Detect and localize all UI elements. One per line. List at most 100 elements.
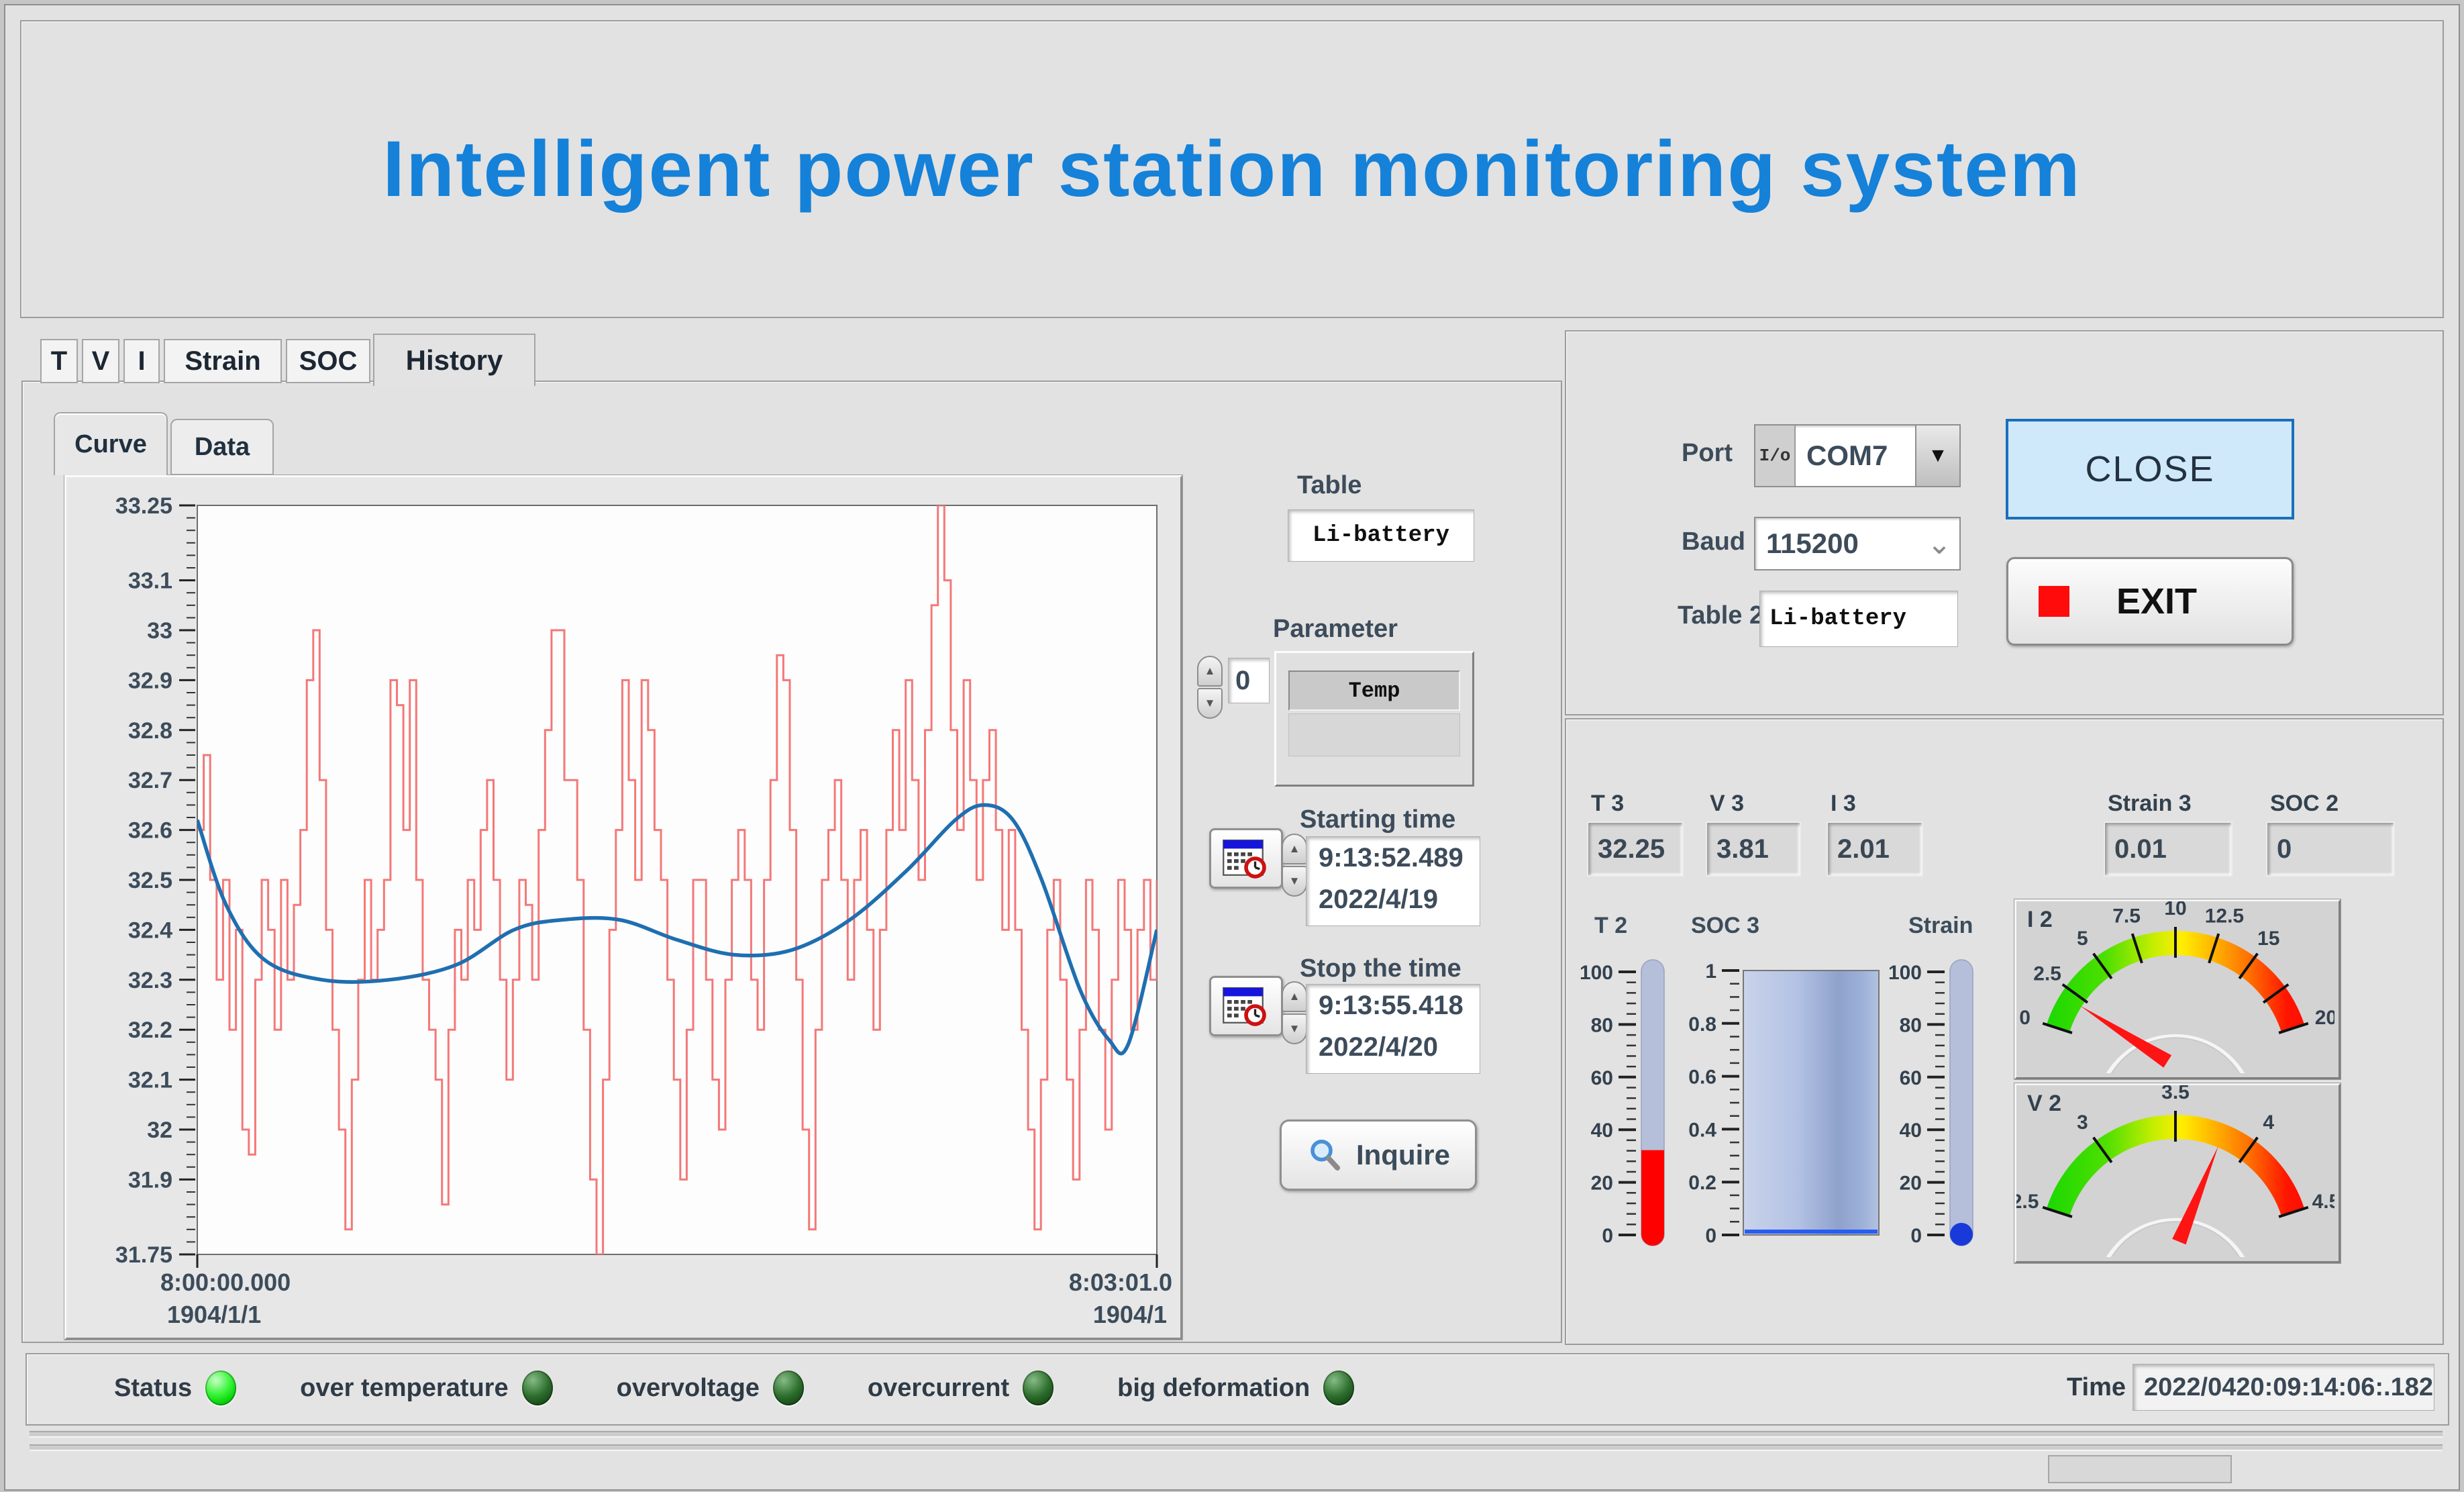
tab-data[interactable]: Data [170,419,274,475]
status-led-list: Statusover temperatureovervoltageovercur… [114,1354,1418,1422]
table-label: Table [1297,471,1362,500]
i2-gauge-box: I 2 02.557.51012.51520 [2014,899,2341,1079]
tab-v[interactable]: V [82,339,119,383]
close-button[interactable]: CLOSE [2006,419,2294,519]
indicator-field: 2.01 [1827,822,1923,877]
stop-time-value: 9:13:55.418 [1306,985,1480,1026]
svg-text:31.75: 31.75 [115,1242,172,1268]
exit-label: EXIT [2116,581,2197,622]
start-calendar-button[interactable] [1209,828,1283,889]
parameter-listbox[interactable]: Temp [1274,651,1474,787]
parameter-empty-row[interactable] [1288,713,1460,756]
table-value: Li-battery [1313,523,1449,548]
start-time-value: 9:13:52.489 [1306,837,1480,879]
svg-text:4: 4 [2263,1111,2274,1134]
start-time-stepper[interactable]: ▲ ▼ [1282,834,1307,897]
t2-thermometer: 100806040200 [1572,940,1672,1255]
tab-t[interactable]: T [40,339,78,383]
led-indicator-icon [773,1371,804,1405]
exit-button[interactable]: EXIT [2006,557,2294,646]
indicator-field: 0 [2266,822,2395,877]
table2-input[interactable]: Li-battery [1759,591,1958,647]
dropdown-arrow-icon[interactable]: ▼ [1915,426,1959,486]
tab-history[interactable]: History [373,334,535,386]
tab-data-label: Data [195,433,250,462]
stop-time-stepper[interactable]: ▲ ▼ [1282,981,1307,1044]
svg-text:20: 20 [2315,1007,2334,1029]
stop-calendar-button[interactable] [1209,976,1283,1036]
close-label: CLOSE [2085,448,2214,490]
tab-label: V [92,346,110,377]
tab-strain[interactable]: Strain [164,339,282,383]
i2-label: I 2 [2027,907,2053,933]
time-label: Time [2067,1373,2126,1402]
baud-combo[interactable]: 115200 ⌄ [1754,517,1961,570]
status-bar: Statusover temperatureovervoltageovercur… [25,1353,2449,1426]
tab-label: I [138,346,145,377]
stop-square-icon [2039,586,2069,617]
soc3-label: SOC 3 [1691,913,1759,939]
led-indicator-icon [205,1371,236,1405]
indicator-value: 2.01 [1828,834,1890,864]
search-icon [1306,1137,1343,1173]
tab-i[interactable]: I [123,339,160,383]
svg-text:0.6: 0.6 [1688,1066,1716,1089]
parameter-index-stepper[interactable]: ▲ ▼ [1197,656,1223,719]
status-item-overcurrent: overcurrent [868,1371,1054,1405]
stop-time-field[interactable]: 9:13:55.418 2022/4/20 [1306,984,1480,1074]
svg-text:33: 33 [147,618,172,644]
i2-gauge: 02.557.51012.51520 [2016,901,2334,1073]
parameter-selected-row[interactable]: Temp [1288,670,1460,711]
svg-text:60: 60 [1900,1067,1922,1089]
start-time-field[interactable]: 9:13:52.489 2022/4/19 [1306,836,1480,926]
svg-text:32.5: 32.5 [128,868,172,893]
stepper-up-icon[interactable]: ▲ [1282,834,1307,864]
svg-text:31.9: 31.9 [128,1167,172,1193]
scrollbar-thumb[interactable] [2048,1455,2232,1483]
svg-text:15: 15 [2257,928,2279,950]
svg-text:100: 100 [1888,962,1922,984]
app-root: Intelligent power station monitoring sys… [0,0,2464,1492]
table-input[interactable]: Li-battery [1288,509,1474,562]
svg-text:0: 0 [1602,1225,1613,1247]
title-banner: Intelligent power station monitoring sys… [20,20,2444,318]
stepper-down-icon[interactable]: ▼ [1282,1013,1307,1044]
table2-label: Table 2 [1678,601,1763,630]
svg-text:32.9: 32.9 [128,668,172,693]
svg-text:0.2: 0.2 [1688,1172,1716,1194]
soc3-tank: 10.80.60.40.20 [1679,940,1887,1255]
stepper-up-icon[interactable]: ▲ [1197,656,1223,687]
led-indicator-icon [1323,1371,1354,1405]
stepper-down-icon[interactable]: ▼ [1197,688,1223,719]
port-label: Port [1682,439,1733,468]
svg-text:40: 40 [1900,1120,1922,1142]
history-chart-panel: 33.2533.13332.932.832.732.632.532.432.33… [64,475,1182,1340]
indicator-label: V 3 [1710,791,1744,817]
inquire-button[interactable]: Inquire [1280,1120,1477,1191]
parameter-index-field[interactable]: 0 [1228,658,1270,703]
calendar-clock-icon [1222,837,1270,880]
port-combo[interactable]: I/o COM7 ▼ [1754,424,1961,487]
starting-time-label: Starting time [1300,805,1455,834]
baud-value: 115200 [1755,518,1919,569]
parameter-selected-value: Temp [1349,679,1400,703]
status-item-label: overvoltage [617,1374,760,1403]
stepper-up-icon[interactable]: ▲ [1282,981,1307,1012]
svg-text:20: 20 [1900,1173,1922,1195]
strain-thermometer: 100806040200 [1880,940,1981,1255]
tab-curve[interactable]: Curve [54,412,168,475]
svg-text:1: 1 [1705,960,1716,983]
stepper-down-icon[interactable]: ▼ [1282,866,1307,897]
inquire-label: Inquire [1356,1139,1450,1171]
status-item-label: over temperature [300,1374,508,1403]
chevron-down-icon[interactable]: ⌄ [1919,518,1959,569]
connection-panel [1565,330,2444,715]
tab-soc[interactable]: SOC [286,339,370,383]
tab-label: Strain [185,346,260,377]
led-indicator-icon [1023,1371,1054,1405]
v2-label: V 2 [2027,1091,2061,1117]
svg-text:32: 32 [147,1117,172,1143]
led-indicator-icon [522,1371,553,1405]
stop-date-value: 2022/4/20 [1306,1026,1480,1068]
indicator-label: Strain 3 [2108,791,2192,817]
